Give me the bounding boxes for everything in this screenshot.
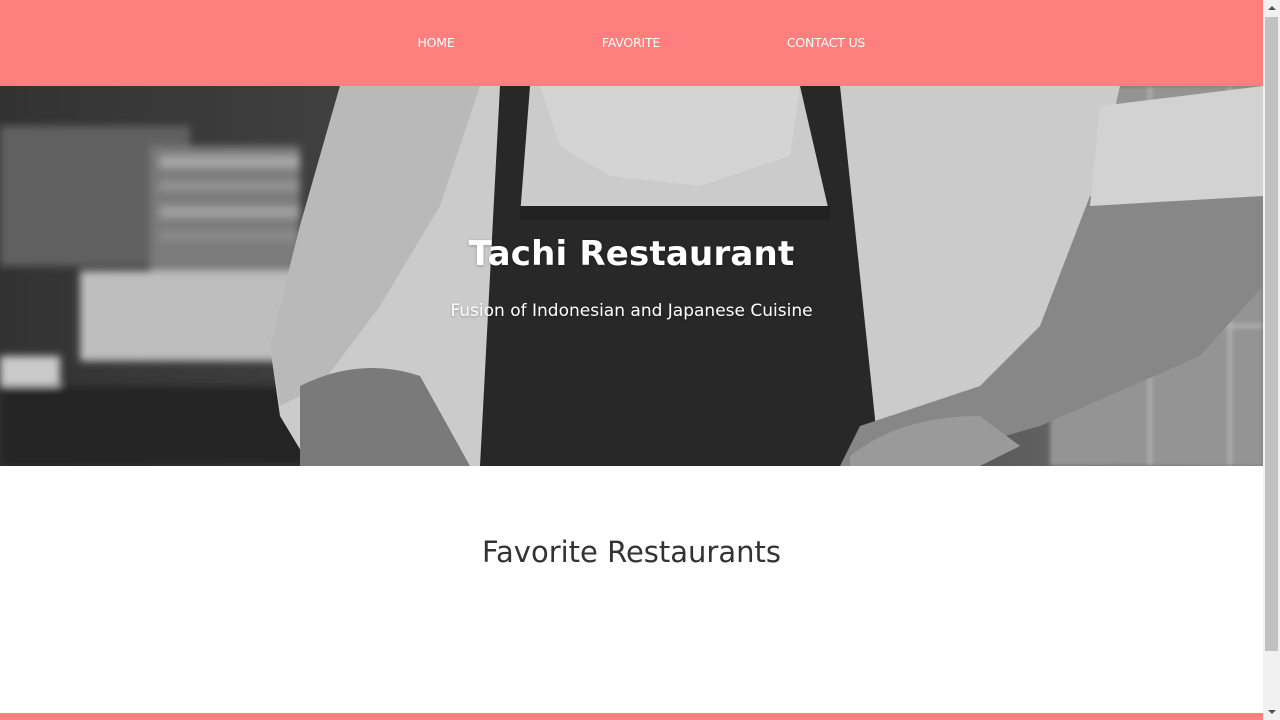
- browser-page: HOME FAVORITE CONTACT US Tachi Restauran…: [0, 0, 1280, 720]
- hero-section: Tachi Restaurant Fusion of Indonesian an…: [0, 86, 1263, 466]
- nav-home-link[interactable]: HOME: [396, 30, 476, 56]
- scroll-up-arrow-icon[interactable]: [1263, 0, 1280, 17]
- restaurant-list: [0, 600, 1263, 710]
- nav-favorite-link[interactable]: FAVORITE: [591, 30, 671, 56]
- scrollbar-thumb[interactable]: [1265, 17, 1278, 651]
- scroll-down-arrow-icon[interactable]: [1263, 703, 1280, 720]
- nav-contact-link[interactable]: CONTACT US: [776, 30, 876, 56]
- footer: [0, 713, 1263, 720]
- hero-title: Tachi Restaurant: [468, 234, 795, 274]
- hero-overlay: [0, 86, 1263, 466]
- navbar: HOME FAVORITE CONTACT US: [0, 0, 1263, 86]
- vertical-scrollbar[interactable]: [1263, 0, 1280, 720]
- hero-subtitle: Fusion of Indonesian and Japanese Cuisin…: [450, 301, 813, 321]
- favorite-restaurants-title: Favorite Restaurants: [482, 535, 781, 569]
- viewport: HOME FAVORITE CONTACT US Tachi Restauran…: [0, 0, 1263, 720]
